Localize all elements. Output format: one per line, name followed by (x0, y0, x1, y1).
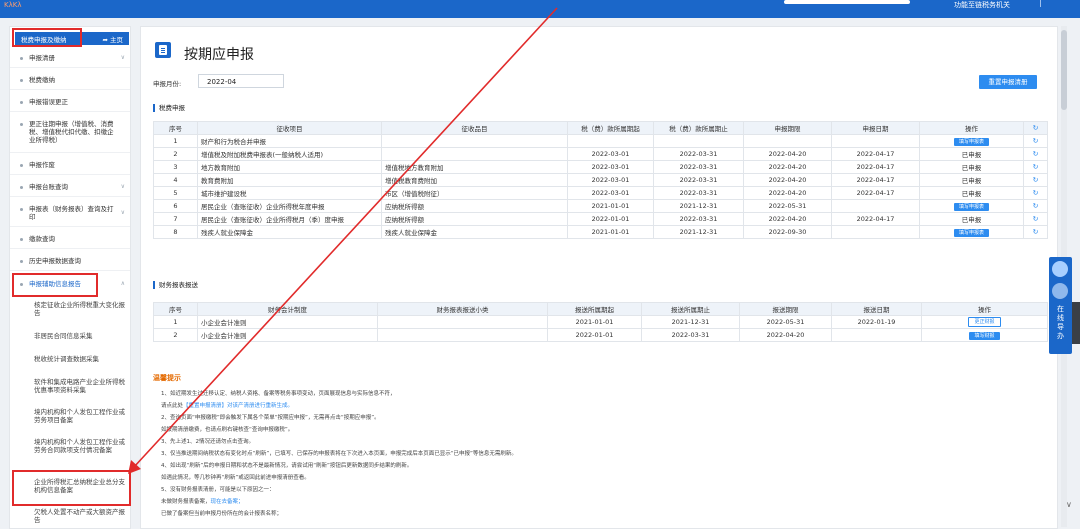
annotation-arrow (128, 7, 558, 474)
